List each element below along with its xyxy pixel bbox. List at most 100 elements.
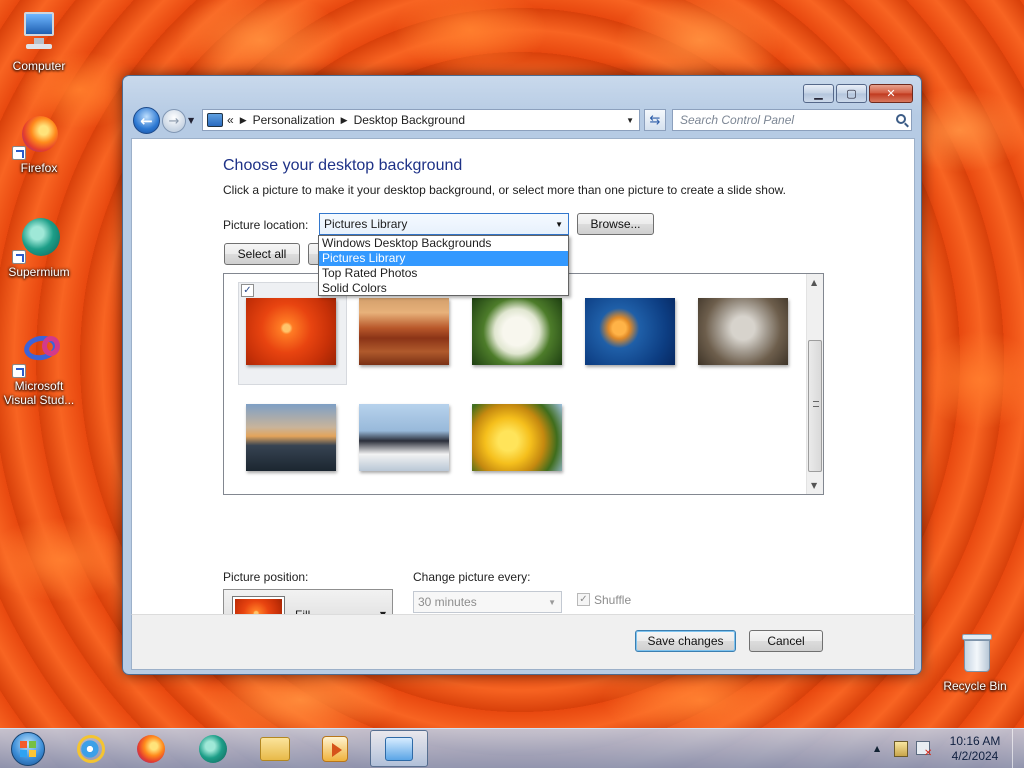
desktop-icon-firefox[interactable]: Firefox (2, 112, 76, 175)
breadcrumb-separator-icon: ▶ (340, 114, 348, 125)
scrollbar-thumb[interactable] (808, 340, 822, 472)
taskbar: ▲ ✕ 10:16 AM 4/2/2024 (0, 728, 1024, 768)
picture-thumbnail-koala[interactable] (698, 298, 788, 365)
refresh-icon: ⇆ (649, 112, 661, 128)
supermium-icon (199, 734, 227, 763)
caption-buttons: ▁ ▢ ✕ (801, 84, 913, 103)
chevron-down-icon: ▼ (555, 220, 563, 229)
desktop-icon-label: Recycle Bin (943, 679, 1007, 693)
firefox-icon (137, 734, 165, 763)
taskbar-firefox[interactable] (122, 730, 180, 767)
dropdown-option-pictures-library[interactable]: Pictures Library (319, 251, 568, 266)
dropdown-option-solid-colors[interactable]: Solid Colors (319, 281, 568, 296)
windows-logo-icon (20, 741, 36, 757)
desktop-icon-supermium[interactable]: Supermium (2, 216, 76, 279)
page-description: Click a picture to make it your desktop … (223, 183, 786, 197)
desktop-icon-label: Firefox (20, 161, 58, 175)
desktop-icon-computer[interactable]: Computer (2, 10, 76, 73)
address-dropdown-icon[interactable]: ▼ (626, 116, 634, 125)
picture-location-select[interactable]: Pictures Library ▼ (319, 213, 569, 235)
picture-location-value: Pictures Library (324, 217, 408, 231)
breadcrumb-overflow[interactable]: « (227, 113, 234, 127)
control-panel-icon (385, 736, 413, 761)
taskbar-file-explorer[interactable] (246, 730, 304, 767)
show-hidden-icons-icon[interactable]: ▲ (874, 744, 880, 753)
search-input[interactable]: Search Control Panel (672, 109, 912, 131)
volume-muted-icon: ✕ (924, 748, 933, 759)
picture-thumbnail-lighthouse[interactable] (246, 404, 336, 471)
supermium-icon (12, 216, 62, 264)
search-placeholder: Search Control Panel (680, 113, 795, 127)
save-changes-button[interactable]: Save changes (635, 630, 736, 652)
desktop-background-window: ▁ ▢ ✕ ← → ▼ « ▶ Personalization ▶ Deskto… (122, 75, 922, 675)
taskbar-internet-explorer[interactable] (62, 730, 120, 767)
forward-button[interactable]: → (162, 109, 186, 133)
shortcut-arrow-icon (12, 250, 26, 264)
picture-position-label: Picture position: (223, 570, 309, 584)
desktop-icon-label: Supermium (8, 265, 70, 279)
picture-thumbnail-chrysanthemum[interactable] (246, 298, 336, 365)
firefox-icon (12, 112, 62, 160)
recent-pages-dropdown[interactable]: ▼ (188, 116, 194, 125)
gallery-scrollbar[interactable]: ▲ ▼ (806, 274, 823, 494)
control-panel-icon (207, 113, 223, 127)
picture-thumbnail-tulips[interactable] (472, 404, 562, 471)
clock[interactable]: 10:16 AM 4/2/2024 (940, 734, 1010, 764)
picture-gallery: ✓ ▲ ▼ (223, 273, 824, 495)
navigation-bar: ← → ▼ « ▶ Personalization ▶ Desktop Back… (131, 107, 915, 135)
cancel-button[interactable]: Cancel (749, 630, 823, 652)
picture-thumbnail-penguins[interactable] (359, 404, 449, 471)
change-picture-label: Change picture every: (413, 570, 531, 584)
address-bar[interactable]: « ▶ Personalization ▶ Desktop Background… (202, 109, 640, 131)
breadcrumb-personalization[interactable]: Personalization (253, 113, 335, 127)
dropdown-option-top-rated-photos[interactable]: Top Rated Photos (319, 266, 568, 281)
start-button[interactable] (3, 729, 51, 768)
page-title: Choose your desktop background (223, 157, 463, 174)
shuffle-checkbox[interactable]: ✓ (577, 593, 590, 606)
browse-button[interactable]: Browse... (577, 213, 654, 235)
dialog-footer: Save changes Cancel (131, 614, 915, 670)
close-button[interactable]: ✕ (869, 84, 913, 103)
back-button[interactable]: ← (133, 107, 160, 134)
visual-studio-icon (12, 330, 62, 378)
computer-icon (16, 10, 62, 56)
breadcrumb-separator-icon: ▶ (239, 114, 247, 125)
action-center-icon[interactable] (894, 741, 908, 757)
picture-thumbnail-desert[interactable] (359, 298, 449, 365)
picture-thumbnail-jellyfish[interactable] (585, 298, 675, 365)
select-all-button[interactable]: Select all (224, 243, 300, 265)
taskbar-control-panel[interactable] (370, 730, 428, 767)
taskbar-media-player[interactable] (306, 730, 364, 767)
picture-location-label: Picture location: (223, 218, 309, 232)
folder-icon (260, 736, 290, 761)
content-pane: Choose your desktop background Click a p… (131, 138, 915, 639)
change-interval-select[interactable]: 30 minutes ▼ (413, 591, 562, 613)
change-interval-value: 30 minutes (418, 595, 477, 609)
desktop-icon-recycle-bin[interactable]: Recycle Bin (938, 630, 1012, 693)
scroll-down-icon[interactable]: ▼ (811, 481, 817, 490)
shortcut-arrow-icon (12, 364, 26, 378)
breadcrumb-desktop-background[interactable]: Desktop Background (354, 113, 465, 127)
scroll-up-icon[interactable]: ▲ (811, 278, 817, 287)
recycle-bin-icon (952, 630, 998, 676)
desktop-icon-label: Computer (12, 59, 66, 73)
shortcut-arrow-icon (12, 146, 26, 160)
clock-date: 4/2/2024 (951, 749, 999, 763)
media-player-icon (322, 735, 348, 762)
search-icon[interactable] (896, 114, 906, 124)
chevron-down-icon: ▼ (548, 598, 556, 607)
minimize-button[interactable]: ▁ (803, 84, 834, 103)
show-desktop-button[interactable] (1012, 729, 1024, 768)
taskbar-supermium[interactable] (184, 730, 242, 767)
internet-explorer-icon (77, 734, 105, 763)
refresh-button[interactable]: ⇆ (644, 109, 666, 131)
desktop-icon-label: Microsoft Visual Stud... (3, 379, 75, 407)
clock-time: 10:16 AM (949, 734, 1001, 748)
picture-thumbnail-hydrangeas[interactable] (472, 298, 562, 365)
shuffle-label: Shuffle (594, 593, 632, 607)
dropdown-option-windows-desktop-backgrounds[interactable]: Windows Desktop Backgrounds (319, 236, 568, 251)
maximize-button[interactable]: ▢ (836, 84, 867, 103)
desktop-icon-visual-studio[interactable]: Microsoft Visual Stud... (2, 330, 76, 407)
picture-checkbox-chrysanthemum[interactable]: ✓ (241, 284, 254, 297)
system-tray: ▲ ✕ 10:16 AM 4/2/2024 (864, 729, 1024, 768)
